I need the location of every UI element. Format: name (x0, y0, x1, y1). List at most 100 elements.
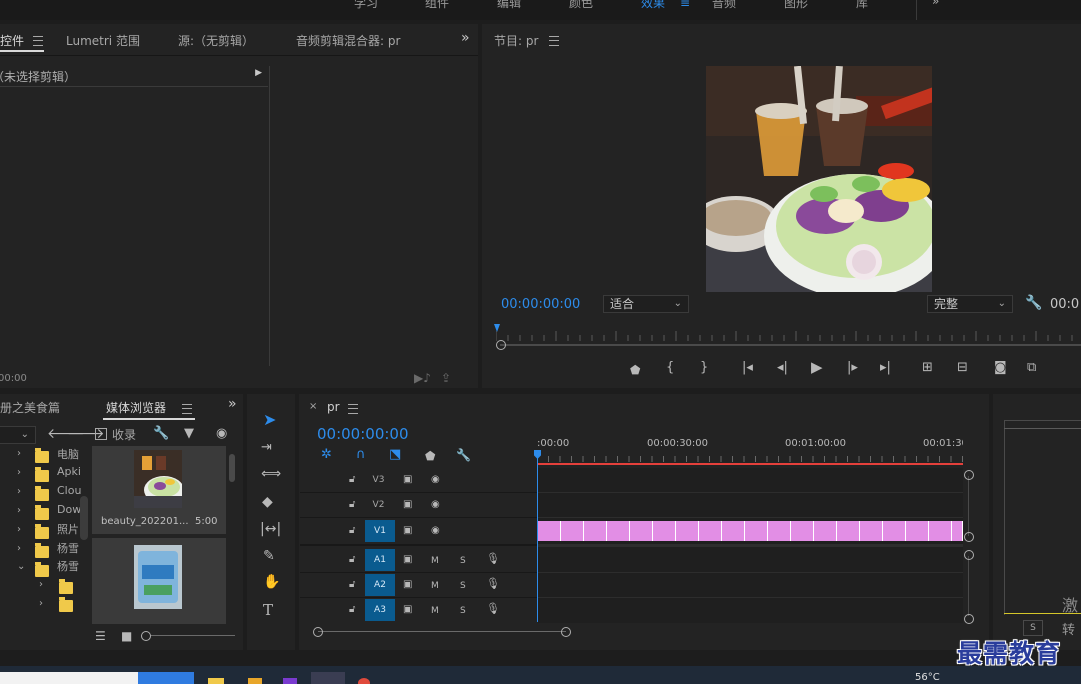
tab-media-browser[interactable]: 媒体浏览器 (106, 399, 166, 416)
settings-wrench-icon[interactable]: 🔧 (1025, 296, 1042, 310)
audio-scroll-bottom-handle[interactable] (964, 614, 974, 624)
v1-clip-segment[interactable] (630, 521, 653, 541)
nest-toggle-icon[interactable]: ✲ (321, 448, 332, 461)
tab-lumetri-scopes[interactable]: Lumetri 范围 (66, 32, 140, 49)
list-view-icon[interactable]: ☰ (95, 630, 106, 642)
lock-icon[interactable]: 🔓︎ (349, 579, 355, 591)
workspace-tab-menu-icon[interactable]: ≡ (680, 0, 690, 10)
v1-clip-segment[interactable] (722, 521, 745, 541)
v1-clip-segment[interactable] (768, 521, 791, 541)
tab-menu-icon[interactable] (33, 36, 43, 46)
mute-button[interactable]: M (431, 580, 439, 592)
slip-tool-icon[interactable]: |↔| (260, 522, 281, 536)
program-menu-icon[interactable] (549, 36, 559, 46)
solo-button[interactable]: S (460, 580, 466, 592)
track-label-a3[interactable]: A3 (365, 599, 395, 621)
fit-dropdown[interactable]: 适合 ⌄ (603, 295, 689, 313)
step-forward-icon[interactable]: |▸ (847, 361, 858, 374)
sequence-menu-icon[interactable] (348, 404, 358, 414)
workspace-overflow-icon[interactable]: » (932, 0, 939, 8)
extract-icon[interactable]: ⊟ (957, 361, 968, 374)
sync-lock-icon[interactable]: ▣ (403, 525, 412, 537)
quality-dropdown[interactable]: 完整 ⌄ (927, 295, 1013, 313)
monitor-playhead[interactable] (494, 324, 500, 332)
panel-overflow-icon[interactable]: » (228, 396, 237, 412)
solo-button[interactable]: S (460, 605, 466, 617)
export-frame-camera-icon[interactable]: ◙ (994, 361, 1007, 374)
timeline-settings-icon[interactable]: 🔧 (456, 449, 471, 461)
workspace-tab-audio[interactable]: 音频 (712, 0, 736, 11)
lock-icon[interactable]: 🔓︎ (349, 525, 355, 537)
selection-tool-icon[interactable]: ➤ (263, 412, 276, 428)
tab-project-partial[interactable]: 册之美食篇 (0, 399, 60, 416)
app-icon-purple[interactable] (283, 678, 297, 684)
v1-clip-segment[interactable] (814, 521, 837, 541)
v1-clip-segment[interactable] (745, 521, 768, 541)
audio-scrollbar-track[interactable] (968, 556, 969, 616)
tree-item[interactable]: Clou (57, 484, 81, 497)
tree-item[interactable]: 杨雪 (57, 558, 79, 574)
tree-expand-icon[interactable]: › (17, 543, 21, 554)
hand-tool-icon[interactable]: ✋ (263, 575, 280, 589)
sync-lock-icon[interactable]: ▣ (403, 554, 412, 566)
audio-scroll-top-handle[interactable] (964, 550, 974, 560)
search-box[interactable] (0, 672, 138, 684)
toggle-output-eye-icon[interactable]: ◉ (431, 474, 440, 486)
video-scroll-bottom-handle[interactable] (964, 532, 974, 542)
clip-selector[interactable]: （未选择剪辑） ▶ (0, 66, 268, 87)
voice-over-mic-icon[interactable]: 🎙︎ (486, 603, 500, 615)
tree-expand-icon[interactable]: › (17, 486, 21, 497)
linked-selection-icon[interactable]: ⬔ (389, 448, 401, 461)
solo-button[interactable]: S (460, 555, 466, 567)
timeline-zoom-bar[interactable] (318, 631, 566, 632)
tab-source[interactable]: 源:（无剪辑） (178, 32, 254, 49)
tab-effect-controls[interactable]: 控件 (0, 32, 24, 49)
go-to-out-icon[interactable]: ▸| (880, 361, 891, 374)
tree-scrollbar[interactable] (80, 496, 88, 540)
media-thumbnail-card[interactable] (92, 538, 226, 624)
v1-clip-segment[interactable] (676, 521, 699, 541)
v1-clip-segment[interactable] (607, 521, 630, 541)
v1-clip-segment[interactable] (561, 521, 584, 541)
tree-expand-icon[interactable]: › (17, 467, 21, 478)
tree-expand-icon[interactable]: › (39, 579, 43, 590)
tree-expand-icon[interactable]: › (17, 524, 21, 535)
zoom-slider-handle[interactable] (141, 631, 151, 641)
tree-item[interactable]: Apki (57, 465, 81, 478)
app-icon-yellow[interactable] (248, 678, 262, 684)
workspace-tab-assembly[interactable]: 组件 (425, 0, 449, 11)
v1-clip-segment[interactable] (929, 521, 952, 541)
location-dropdown[interactable]: ⌄ (0, 426, 36, 444)
workspace-tab-graphics[interactable]: 图形 (784, 0, 808, 11)
go-to-in-icon[interactable]: |◂ (742, 361, 753, 374)
mark-in-icon[interactable]: { (666, 361, 674, 374)
tree-expand-icon[interactable]: › (39, 598, 43, 609)
program-timecode[interactable]: 00:00:00:00 (501, 297, 580, 312)
lock-icon[interactable]: 🔓︎ (349, 554, 355, 566)
taskbar-app-active[interactable] (138, 672, 194, 684)
workspace-tab-learn[interactable]: 学习 (354, 0, 378, 11)
workspace-tab-effects[interactable]: 效果 (641, 0, 665, 11)
tree-item[interactable]: Dow (57, 503, 81, 516)
track-label-a2[interactable]: A2 (365, 574, 395, 596)
mark-out-icon[interactable]: } (700, 361, 708, 374)
v1-clip-segment[interactable] (699, 521, 722, 541)
v1-clip-segment[interactable] (837, 521, 860, 541)
track-label-v2[interactable]: V2 (363, 494, 394, 516)
v1-clip-segment[interactable] (906, 521, 929, 541)
voice-over-mic-icon[interactable]: 🎙︎ (486, 578, 500, 590)
app-icon-chrome[interactable] (358, 678, 370, 684)
monitor-time-ruler[interactable] (495, 330, 1081, 341)
pen-tool-icon[interactable]: ✎ (263, 549, 275, 563)
play-icon[interactable]: ▶ (811, 360, 823, 375)
favorites-checkbox[interactable] (95, 428, 107, 440)
export-frame-icon[interactable]: ⇪ (441, 372, 451, 384)
v1-clip-segment[interactable] (653, 521, 676, 541)
tree-item[interactable]: 电脑 (57, 446, 79, 462)
tree-item[interactable]: 杨雪 (57, 540, 79, 556)
toggle-output-eye-icon[interactable]: ◉ (431, 499, 440, 511)
wrench-icon[interactable]: 🔧 (153, 427, 169, 440)
step-back-icon[interactable]: ◂| (777, 361, 788, 374)
tree-collapse-icon[interactable]: ⌄ (17, 561, 25, 572)
lock-icon[interactable]: 🔓︎ (349, 604, 355, 616)
